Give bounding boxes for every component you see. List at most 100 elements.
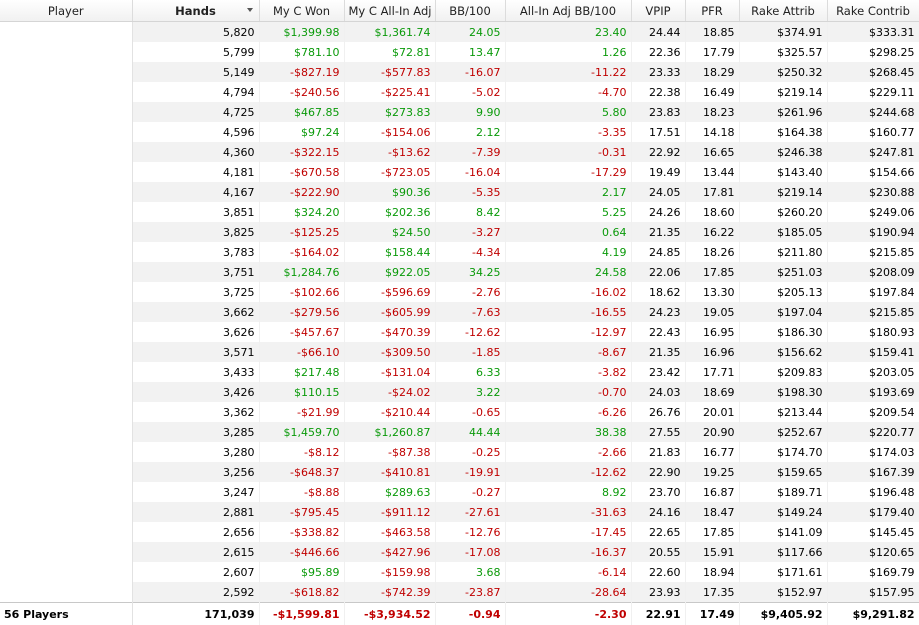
table-row[interactable]: 4,596 $97.24 -$154.06 2.12 -3.35 17.51 14.18 $1… <box>0 122 919 142</box>
cell-rake-contrib: $154.66 <box>827 162 919 182</box>
cell-hands: 4,794 <box>132 82 260 102</box>
column-header-bb-100[interactable]: BB/100 <box>435 0 506 22</box>
cell-vpip: 21.83 <box>631 442 686 462</box>
column-header-rake-attrib[interactable]: Rake Attrib <box>739 0 828 22</box>
column-header-rake-contrib[interactable]: Rake Contrib <box>827 0 919 22</box>
table-row[interactable]: 4,167 -$222.90 $90.36 -5.35 2.17 24.05 17.81 $2… <box>0 182 919 202</box>
cell-player <box>0 502 133 522</box>
cell-rake-attrib: $205.13 <box>739 282 828 302</box>
cell-hands: 2,607 <box>132 562 260 582</box>
table-row[interactable]: 3,571 -$66.10 -$309.50 -1.85 -8.67 21.35 16.96… <box>0 342 919 362</box>
cell-rake-contrib: $203.05 <box>827 362 919 382</box>
cell-hands: 3,783 <box>132 242 260 262</box>
cell-rake-contrib: $160.77 <box>827 122 919 142</box>
cell-bb-100: -0.27 <box>435 482 506 502</box>
table-row[interactable]: 3,285 $1,459.70 $1,260.87 44.44 38.38 27.55 20… <box>0 422 919 442</box>
cell-my-c-all-in-adj: -$87.38 <box>344 442 436 462</box>
table-row[interactable]: 3,247 -$8.88 $289.63 -0.27 8.92 23.70 16.87 $18… <box>0 482 919 502</box>
column-header-hands[interactable]: Hands <box>132 0 260 22</box>
cell-vpip: 19.49 <box>631 162 686 182</box>
stats-table: Player Hands My C Won My C All-In Adj BB… <box>0 0 919 625</box>
column-header-vpip[interactable]: VPIP <box>631 0 686 22</box>
cell-rake-contrib: $167.39 <box>827 462 919 482</box>
cell-rake-contrib: $159.41 <box>827 342 919 362</box>
cell-rake-attrib: $198.30 <box>739 382 828 402</box>
cell-rake-contrib: $220.77 <box>827 422 919 442</box>
table-row[interactable]: 5,799 $781.10 $72.81 13.47 1.26 22.36 17.79 $32… <box>0 42 919 62</box>
cell-pfr: 17.71 <box>685 362 740 382</box>
table-row[interactable]: 2,881 -$795.45 -$911.12 -27.61 -31.63 24.16 18… <box>0 502 919 522</box>
table-row[interactable]: 3,433 $217.48 -$131.04 6.33 -3.82 23.42 17.71 $… <box>0 362 919 382</box>
cell-all-in-adj-bb-100: -31.63 <box>505 502 632 522</box>
cell-rake-contrib: $268.45 <box>827 62 919 82</box>
cell-bb-100: 8.42 <box>435 202 506 222</box>
table-row[interactable]: 3,426 $110.15 -$24.02 3.22 -0.70 24.03 18.69 $1… <box>0 382 919 402</box>
column-header-player[interactable]: Player <box>0 0 133 22</box>
table-row[interactable]: 4,794 -$240.56 -$225.41 -5.02 -4.70 22.38 16.4… <box>0 82 919 102</box>
table-row[interactable]: 3,280 -$8.12 -$87.38 -0.25 -2.66 21.83 16.77 $1… <box>0 442 919 462</box>
cell-pfr: 19.25 <box>685 462 740 482</box>
cell-bb-100: -17.08 <box>435 542 506 562</box>
cell-my-c-all-in-adj: $289.63 <box>344 482 436 502</box>
table-row[interactable]: 5,820 $1,399.98 $1,361.74 24.05 23.40 24.44 18… <box>0 21 919 42</box>
cell-pfr: 19.05 <box>685 302 740 322</box>
table-row[interactable]: 2,607 $95.89 -$159.98 3.68 -6.14 22.60 18.94 $1… <box>0 562 919 582</box>
table-row[interactable]: 3,725 -$102.66 -$596.69 -2.76 -16.02 18.62 13.… <box>0 282 919 302</box>
table-row[interactable]: 2,656 -$338.82 -$463.58 -12.76 -17.45 22.65 17… <box>0 522 919 542</box>
cell-hands: 3,725 <box>132 282 260 302</box>
column-header-my-c-won[interactable]: My C Won <box>259 0 345 22</box>
column-header-hands-label: Hands <box>175 3 216 18</box>
totals-hands: 171,039 <box>132 602 260 625</box>
cell-pfr: 18.94 <box>685 562 740 582</box>
cell-pfr: 13.30 <box>685 282 740 302</box>
cell-my-c-all-in-adj: $1,260.87 <box>344 422 436 442</box>
cell-vpip: 22.38 <box>631 82 686 102</box>
cell-rake-attrib: $156.62 <box>739 342 828 362</box>
cell-vpip: 22.43 <box>631 322 686 342</box>
cell-rake-attrib: $141.09 <box>739 522 828 542</box>
cell-all-in-adj-bb-100: -17.29 <box>505 162 632 182</box>
cell-pfr: 16.87 <box>685 482 740 502</box>
table-row[interactable]: 3,662 -$279.56 -$605.99 -7.63 -16.55 24.23 19.… <box>0 302 919 322</box>
table-row[interactable]: 2,592 -$618.82 -$742.39 -23.87 -28.64 23.93 17… <box>0 582 919 603</box>
cell-rake-contrib: $215.85 <box>827 302 919 322</box>
table-row[interactable]: 3,783 -$164.02 $158.44 -4.34 4.19 24.85 18.26 $… <box>0 242 919 262</box>
cell-my-c-won: $1,459.70 <box>259 422 345 442</box>
cell-hands: 3,285 <box>132 422 260 442</box>
cell-hands: 4,725 <box>132 102 260 122</box>
table-row[interactable]: 3,851 $324.20 $202.36 8.42 5.25 24.26 18.60 $26… <box>0 202 919 222</box>
cell-hands: 3,247 <box>132 482 260 502</box>
cell-all-in-adj-bb-100: 8.92 <box>505 482 632 502</box>
cell-pfr: 16.95 <box>685 322 740 342</box>
cell-player <box>0 242 133 262</box>
totals-rake-attrib: $9,405.92 <box>739 602 828 625</box>
table-row[interactable]: 3,362 -$21.99 -$210.44 -0.65 -6.26 26.76 20.01… <box>0 402 919 422</box>
cell-rake-attrib: $260.20 <box>739 202 828 222</box>
cell-bb-100: -1.85 <box>435 342 506 362</box>
column-header-my-c-all-in-adj[interactable]: My C All-In Adj <box>344 0 436 22</box>
table-row[interactable]: 4,360 -$322.15 -$13.62 -7.39 -0.31 22.92 16.65… <box>0 142 919 162</box>
cell-rake-attrib: $250.32 <box>739 62 828 82</box>
cell-pfr: 17.81 <box>685 182 740 202</box>
table-row[interactable]: 3,256 -$648.37 -$410.81 -19.91 -12.62 22.90 19… <box>0 462 919 482</box>
table-row[interactable]: 3,626 -$457.67 -$470.39 -12.62 -12.97 22.43 16… <box>0 322 919 342</box>
column-header-all-in-adj-bb-100[interactable]: All-In Adj BB/100 <box>505 0 632 22</box>
table-row[interactable]: 3,825 -$125.25 $24.50 -3.27 0.64 21.35 16.22 $1… <box>0 222 919 242</box>
table-row[interactable]: 5,149 -$827.19 -$577.83 -16.07 -11.22 23.33 18… <box>0 62 919 82</box>
cell-player <box>0 102 133 122</box>
cell-pfr: 20.01 <box>685 402 740 422</box>
table-row[interactable]: 4,181 -$670.58 -$723.05 -16.04 -17.29 19.49 13… <box>0 162 919 182</box>
table-row[interactable]: 3,751 $1,284.76 $922.05 34.25 24.58 22.06 17.8… <box>0 262 919 282</box>
cell-hands: 3,825 <box>132 222 260 242</box>
cell-my-c-all-in-adj: $24.50 <box>344 222 436 242</box>
cell-my-c-all-in-adj: -$605.99 <box>344 302 436 322</box>
table-row[interactable]: 2,615 -$446.66 -$427.96 -17.08 -16.37 20.55 15… <box>0 542 919 562</box>
cell-my-c-all-in-adj: -$577.83 <box>344 62 436 82</box>
cell-rake-attrib: $186.30 <box>739 322 828 342</box>
table-row[interactable]: 4,725 $467.85 $273.83 9.90 5.80 23.83 18.23 $26… <box>0 102 919 122</box>
cell-all-in-adj-bb-100: 24.58 <box>505 262 632 282</box>
cell-my-c-won: $467.85 <box>259 102 345 122</box>
column-header-pfr[interactable]: PFR <box>685 0 740 22</box>
cell-player <box>0 582 133 603</box>
cell-player <box>0 302 133 322</box>
